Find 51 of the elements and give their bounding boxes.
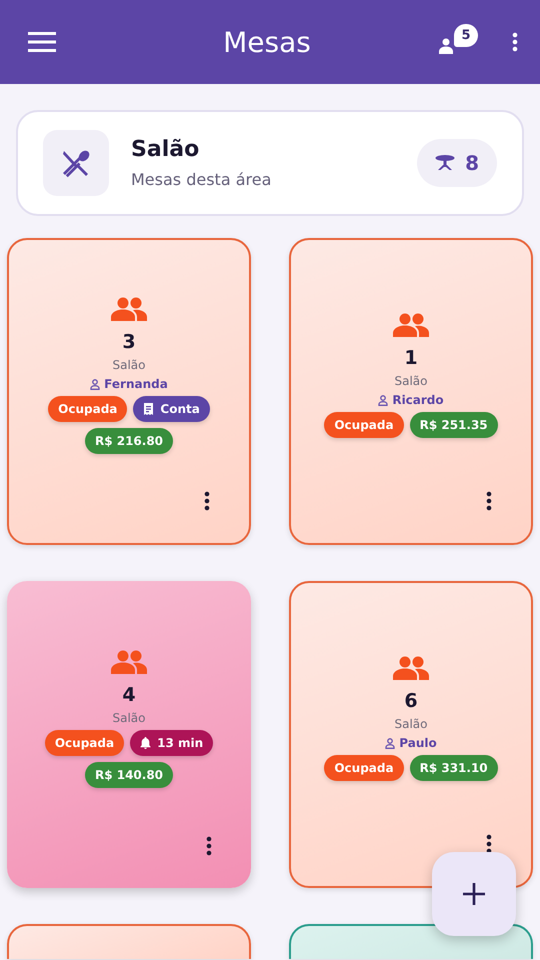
total-badge: R$ 251.35: [410, 412, 498, 438]
more-icon[interactable]: [486, 834, 492, 854]
waiter-name: Ricardo: [392, 393, 444, 407]
bell-icon: [140, 736, 152, 748]
table-number: 6: [404, 690, 418, 712]
table-icon: [435, 155, 456, 171]
table-number: 1: [404, 347, 418, 369]
waiting-count-badge[interactable]: 5: [454, 24, 478, 47]
more-icon[interactable]: [512, 32, 518, 52]
screen-title: Mesas: [222, 26, 312, 58]
people-icon: [393, 656, 429, 680]
table-card[interactable]: 3 Salão Fernanda Ocupada Conta R$ 216.80: [7, 238, 251, 545]
area-subtitle: Mesas desta área: [131, 170, 272, 189]
person-icon: [378, 394, 388, 406]
people-icon: [393, 313, 429, 337]
alert-badge: 13 min: [130, 730, 214, 756]
status-badge: Ocupada: [324, 755, 404, 781]
more-icon[interactable]: [206, 836, 212, 856]
more-icon[interactable]: [204, 491, 210, 511]
cutlery-icon: [61, 148, 91, 178]
person-icon: [90, 378, 100, 390]
status-badge: Ocupada: [44, 730, 124, 756]
table-area: Salão: [112, 358, 146, 372]
more-icon[interactable]: [486, 491, 492, 511]
people-icon: [438, 37, 456, 55]
people-icon: [111, 297, 147, 321]
person-icon: [385, 738, 396, 748]
table-number: 4: [122, 684, 136, 706]
table-card[interactable]: [289, 924, 533, 959]
waiter-name: Fernanda: [104, 377, 168, 391]
table-card[interactable]: 4 Salão Ocupada 13 min R$ 140.80: [7, 581, 251, 888]
total-badge: R$ 216.80: [84, 428, 174, 454]
table-area: Salão: [394, 374, 428, 388]
total-badge: R$ 140.80: [84, 762, 174, 788]
table-area: Salão: [394, 717, 428, 731]
people-icon: [111, 650, 147, 674]
total-badge: R$ 331.10: [410, 755, 498, 781]
table-area: Salão: [112, 710, 146, 724]
menu-icon[interactable]: [28, 32, 56, 52]
bill-badge: Conta: [133, 396, 210, 422]
table-count-chip: 8: [417, 139, 497, 187]
table-card[interactable]: 1 Salão Ricardo Ocupada R$ 251.35: [289, 238, 533, 545]
receipt-icon: [143, 403, 154, 415]
table-number: 3: [122, 331, 136, 353]
table-card[interactable]: 6 Salão Paulo Ocupada R$ 331.10: [289, 581, 533, 888]
plus-icon: [462, 882, 486, 906]
table-card[interactable]: [7, 924, 251, 959]
status-badge: Ocupada: [48, 396, 128, 422]
area-name: Salão: [131, 137, 200, 162]
status-badge: Ocupada: [324, 412, 404, 438]
waiter-name: Paulo: [399, 736, 437, 750]
